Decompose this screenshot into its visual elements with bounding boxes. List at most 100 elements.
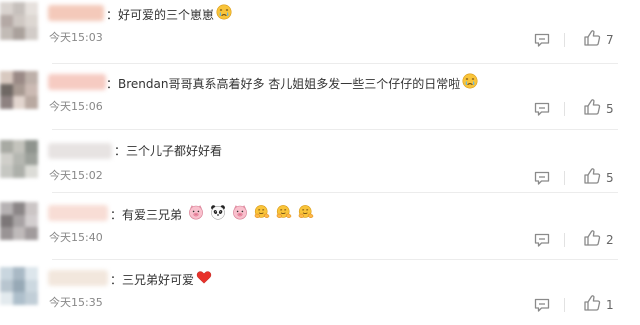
avatar-pixel xyxy=(12,27,26,40)
avatar-pixel xyxy=(0,202,13,215)
red-heart-icon xyxy=(194,269,212,285)
avatar-pixel xyxy=(12,96,26,109)
pig-face-icon xyxy=(186,204,204,220)
reply-button[interactable] xyxy=(533,101,551,117)
thumbs-up-icon xyxy=(583,98,601,120)
avatar-pixel xyxy=(0,279,13,293)
avatar-pixel xyxy=(0,152,13,166)
avatar-pixel xyxy=(25,2,38,15)
reply-button[interactable] xyxy=(533,297,551,313)
avatar-pixel xyxy=(25,202,38,215)
comment-divider xyxy=(52,259,618,260)
username-blurred[interactable] xyxy=(48,5,104,21)
avatar-pixel xyxy=(25,227,38,240)
panda-face-icon xyxy=(208,204,226,220)
comment-text: ：Brendan哥哥真系高着好多 杏儿姐姐多发一些三个仔仔的日常啦 xyxy=(106,73,478,94)
avatar-pixel xyxy=(12,267,26,280)
action-divider xyxy=(564,233,565,247)
comment-text: ：三兄弟好可爱 xyxy=(110,269,212,290)
comment-text: ：有爱三兄弟 xyxy=(110,204,314,225)
hug-hands-icon xyxy=(296,204,314,220)
like-button[interactable]: 5 xyxy=(583,168,614,188)
username-blurred[interactable] xyxy=(48,74,106,90)
avatar-pixel xyxy=(25,14,38,28)
avatar-pixel xyxy=(12,292,26,305)
avatar[interactable] xyxy=(0,2,38,40)
avatar-pixel xyxy=(12,202,26,215)
comment-timestamp: 今天15:40 xyxy=(49,231,103,244)
comment-timestamp: 今天15:35 xyxy=(49,296,103,309)
comment-item: ：Brendan哥哥真系高着好多 杏儿姐姐多发一些三个仔仔的日常啦 今天15:0… xyxy=(0,69,640,129)
avatar-pixel xyxy=(0,165,13,178)
comment-divider xyxy=(52,63,618,64)
avatar-pixel xyxy=(25,152,38,166)
comment-icon xyxy=(533,233,551,252)
crying-face-icon xyxy=(214,4,232,20)
comment-body: ：有爱三兄弟 xyxy=(110,207,183,222)
hug-hands-icon xyxy=(274,204,292,220)
avatar-pixel xyxy=(25,292,38,305)
avatar-pixel xyxy=(0,292,13,305)
comment-icon xyxy=(533,102,551,121)
avatar[interactable] xyxy=(0,140,38,178)
avatar-pixel xyxy=(25,165,38,178)
comment-body: ：好可爱的三个崽崽 xyxy=(106,7,215,22)
comment-timestamp: 今天15:06 xyxy=(49,100,103,113)
avatar-pixel xyxy=(25,279,38,293)
thumbs-up-icon xyxy=(583,29,601,51)
avatar-pixel xyxy=(0,2,13,15)
like-count: 5 xyxy=(606,171,614,185)
reply-button[interactable] xyxy=(533,170,551,186)
avatar-pixel xyxy=(12,214,26,228)
thumbs-up-icon xyxy=(583,229,601,251)
avatar-pixel xyxy=(25,267,38,280)
comment-divider xyxy=(52,192,618,193)
avatar-pixel xyxy=(25,27,38,40)
avatar-pixel xyxy=(0,96,13,109)
avatar-pixel xyxy=(0,83,13,97)
avatar-pixel xyxy=(12,71,26,84)
like-button[interactable]: 5 xyxy=(583,99,614,119)
crying-face-icon xyxy=(460,73,478,89)
avatar[interactable] xyxy=(0,202,38,240)
reply-button[interactable] xyxy=(533,232,551,248)
avatar[interactable] xyxy=(0,71,38,109)
avatar-pixel xyxy=(0,267,13,280)
comment-text: ：三个儿子都好好看 xyxy=(114,142,222,160)
avatar[interactable] xyxy=(0,267,38,305)
action-divider xyxy=(564,298,565,312)
avatar-pixel xyxy=(25,71,38,84)
like-button[interactable]: 2 xyxy=(583,230,614,250)
avatar-pixel xyxy=(12,279,26,293)
comment-item: ：有爱三兄弟 今天15:40 2 xyxy=(0,200,640,260)
username-blurred[interactable] xyxy=(48,205,108,221)
comment-icon xyxy=(533,171,551,190)
comment-timestamp: 今天15:02 xyxy=(49,169,103,182)
avatar-pixel xyxy=(25,83,38,97)
hug-hands-icon xyxy=(252,204,270,220)
like-count: 5 xyxy=(606,102,614,116)
avatar-pixel xyxy=(12,2,26,15)
reply-button[interactable] xyxy=(533,32,551,48)
comment-item: ：三个儿子都好好看 今天15:02 5 xyxy=(0,138,640,198)
comment-item: ：三兄弟好可爱 今天15:35 1 xyxy=(0,265,640,325)
like-count: 1 xyxy=(606,298,614,312)
avatar-pixel xyxy=(0,71,13,84)
like-count: 7 xyxy=(606,33,614,47)
avatar-pixel xyxy=(12,14,26,28)
username-blurred[interactable] xyxy=(48,143,112,159)
comment-icon xyxy=(533,33,551,52)
comment-list: ：好可爱的三个崽崽 今天15:03 7 ：Brendan哥哥真系高着好多 杏儿姐… xyxy=(0,0,640,325)
like-button[interactable]: 7 xyxy=(583,30,614,50)
pig-face-icon xyxy=(230,204,248,220)
thumbs-up-icon xyxy=(583,167,601,189)
avatar-pixel xyxy=(12,83,26,97)
like-button[interactable]: 1 xyxy=(583,295,614,315)
username-blurred[interactable] xyxy=(48,270,108,286)
avatar-pixel xyxy=(25,140,38,153)
action-divider xyxy=(564,33,565,47)
comment-body: ：三个儿子都好好看 xyxy=(114,144,223,158)
comment-timestamp: 今天15:03 xyxy=(49,31,103,44)
comment-divider xyxy=(52,129,618,130)
avatar-pixel xyxy=(25,214,38,228)
